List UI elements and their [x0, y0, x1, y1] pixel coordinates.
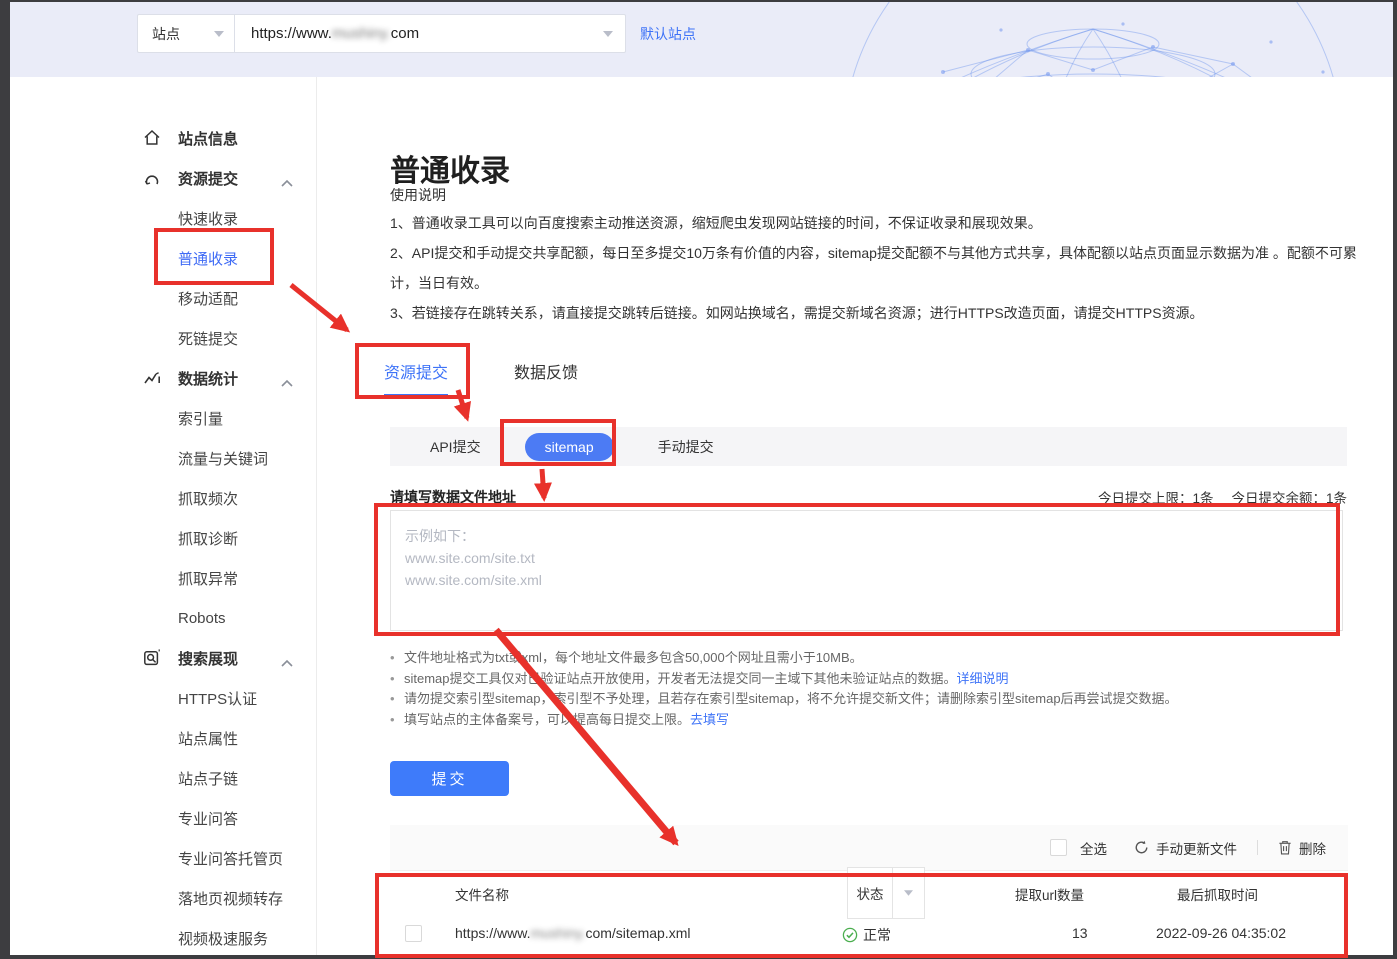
subtab-sitemap[interactable]: sitemap: [525, 433, 614, 461]
col-url-count: 提取url数量: [1015, 884, 1084, 904]
delete-button[interactable]: 删除: [1278, 838, 1326, 858]
sidebar-item-qa-hosting-page[interactable]: 专业问答托管页: [10, 838, 316, 878]
status-cell: 正常: [842, 925, 891, 945]
caret-down-icon: [904, 890, 913, 896]
submit-button[interactable]: 提交: [390, 761, 509, 796]
col-last-crawl: 最后抓取时间: [1177, 884, 1258, 904]
tab-resource-submit[interactable]: 资源提交: [384, 359, 448, 397]
sidebar-item-landing-video[interactable]: 落地页视频转存: [10, 878, 316, 918]
sidebar-item-crawl-diagnosis[interactable]: 抓取诊断: [10, 518, 316, 558]
masked-domain: mushiny.: [530, 925, 585, 941]
chevron-up-icon[interactable]: [280, 174, 294, 192]
sidebar: 站点信息 资源提交 快速收录 普通收录 移动适配 死链提交 数据统计 索引量 流…: [10, 77, 317, 955]
sitemap-url-field-wrap: [390, 510, 1343, 631]
note-item: sitemap提交工具仅对已验证站点开放使用，开发者无法提交同一主域下其他未验证…: [390, 669, 1325, 690]
refresh-icon: [1134, 840, 1149, 855]
sidebar-item-https-cert[interactable]: HTTPS认证: [10, 678, 316, 718]
url-count-cell: 13: [1072, 925, 1088, 941]
notes-list: 文件地址格式为txt或xml，每个地址文件最多包含50,000个网址且需小于10…: [390, 648, 1325, 730]
status-filter-dropdown[interactable]: [892, 867, 925, 919]
quota-info: 今日提交上限：1条 今日提交余额：1条: [1098, 487, 1347, 507]
note-item: 请勿提交索引型sitemap，索引型不予处理，且若存在索引型sitemap，将不…: [390, 689, 1325, 710]
tab-data-feedback[interactable]: 数据反馈: [514, 359, 578, 397]
app-window: 站点 https://www.mushiny.com 默认站点 站点信息 资源提…: [10, 2, 1393, 955]
sidebar-item-site-attribute[interactable]: 站点属性: [10, 718, 316, 758]
sidebar-item-video-speed-service[interactable]: 视频极速服务: [10, 918, 316, 958]
last-crawl-cell: 2022-09-26 04:35:02: [1156, 925, 1286, 941]
globe-graphic: [823, 2, 1363, 77]
site-url-select[interactable]: https://www.mushiny.com: [234, 14, 626, 53]
subtab-api-submit[interactable]: API提交: [430, 437, 481, 457]
caret-down-icon: [214, 31, 224, 37]
sidebar-item-normal-include[interactable]: 普通收录: [10, 238, 316, 278]
site-url: https://www.mushiny.com: [251, 25, 419, 42]
fill-in-link[interactable]: 去填写: [690, 712, 729, 727]
caret-down-icon: [603, 31, 613, 37]
col-status: 状态: [847, 867, 893, 919]
sidebar-group-label: 数据统计: [178, 368, 238, 389]
sidebar-item-crawl-frequency[interactable]: 抓取频次: [10, 478, 316, 518]
select-all-label[interactable]: 全选: [1080, 838, 1107, 858]
subtab-manual-submit[interactable]: 手动提交: [658, 437, 714, 457]
chart-icon: [142, 369, 162, 387]
usage-instructions: 1、普通收录工具可以向百度搜索主动推送资源，缩短爬虫发现网站链接的时间，不保证收…: [390, 208, 1378, 328]
table-header-row: 文件名称 状态 提取url数量 最后抓取时间: [390, 870, 1348, 912]
masked-domain: mushiny.: [332, 25, 391, 42]
usage-line: 1、普通收录工具可以向百度搜索主动推送资源，缩短爬虫发现网站链接的时间，不保证收…: [390, 208, 1378, 238]
main-tabs: 资源提交 数据反馈: [384, 359, 578, 397]
select-all-checkbox[interactable]: [1050, 839, 1067, 856]
submit-method-tabs: API提交 sitemap 手动提交: [390, 427, 1347, 466]
note-item: 填写站点的主体备案号，可以提高每日提交上限。去填写: [390, 710, 1325, 731]
site-type-select[interactable]: 站点: [137, 14, 234, 53]
sidebar-item-crawl-exception[interactable]: 抓取异常: [10, 558, 316, 598]
chevron-up-icon[interactable]: [280, 654, 294, 672]
sidebar-item-quick-include[interactable]: 快速收录: [10, 198, 316, 238]
toolbar-divider: [1257, 840, 1258, 855]
sidebar-item-label: 站点信息: [178, 128, 238, 149]
detail-link[interactable]: 详细说明: [957, 671, 1009, 686]
sidebar-group-search-display[interactable]: 搜索展现: [10, 638, 316, 678]
sitemap-file-table: 全选 手动更新文件 删除 文件名称 状态 提取url数量 最后抓取时间 http: [390, 825, 1348, 955]
usage-line: 3、若链接存在跳转关系，请直接提交跳转后链接。如网站换域名，需提交新域名资源；进…: [390, 298, 1378, 328]
col-file-name: 文件名称: [455, 884, 509, 904]
form-header-row: 请填写数据文件地址 今日提交上限：1条 今日提交余额：1条: [390, 487, 1347, 507]
sidebar-item-site-info[interactable]: 站点信息: [10, 118, 316, 158]
search-panel-icon: [142, 649, 162, 667]
form-label: 请填写数据文件地址: [390, 487, 516, 507]
sidebar-item-professional-qa[interactable]: 专业问答: [10, 798, 316, 838]
sidebar-item-traffic-keywords[interactable]: 流量与关键词: [10, 438, 316, 478]
sitemap-url-input[interactable]: [391, 511, 1342, 630]
site-type-label: 站点: [152, 24, 180, 44]
sidebar-item-robots[interactable]: Robots: [10, 598, 316, 638]
sidebar-item-dead-link[interactable]: 死链提交: [10, 318, 316, 358]
chevron-up-icon[interactable]: [280, 374, 294, 392]
note-item: 文件地址格式为txt或xml，每个地址文件最多包含50,000个网址且需小于10…: [390, 648, 1325, 669]
page-title: 普通收录: [390, 146, 510, 190]
refresh-files-button[interactable]: 手动更新文件: [1134, 838, 1237, 858]
sidebar-item-site-sublink[interactable]: 站点子链: [10, 758, 316, 798]
quota-remaining: 今日提交余额：1条: [1231, 487, 1347, 507]
sidebar-group-data-stats[interactable]: 数据统计: [10, 358, 316, 398]
check-circle-icon: [842, 927, 858, 943]
table-toolbar: 全选 手动更新文件 删除: [390, 825, 1348, 870]
sidebar-group-resource-submit[interactable]: 资源提交: [10, 158, 316, 198]
sidebar-item-index-volume[interactable]: 索引量: [10, 398, 316, 438]
quota-limit: 今日提交上限：1条: [1098, 487, 1214, 507]
sidebar-group-label: 搜索展现: [178, 648, 238, 669]
default-site-link[interactable]: 默认站点: [640, 24, 696, 44]
file-url-cell: https://www.mushiny.com/sitemap.xml: [455, 925, 690, 941]
usage-line: 2、API提交和手动提交共享配额，每日至多提交10万条有价值的内容，sitema…: [390, 238, 1378, 298]
home-icon: [142, 129, 162, 147]
sidebar-group-label: 资源提交: [178, 168, 238, 189]
row-checkbox[interactable]: [405, 925, 422, 942]
topbar: 站点 https://www.mushiny.com 默认站点: [10, 2, 1393, 77]
usage-heading: 使用说明: [390, 185, 446, 205]
sidebar-item-mobile-adapt[interactable]: 移动适配: [10, 278, 316, 318]
submit-resource-icon: [142, 169, 162, 187]
trash-icon: [1278, 840, 1292, 855]
